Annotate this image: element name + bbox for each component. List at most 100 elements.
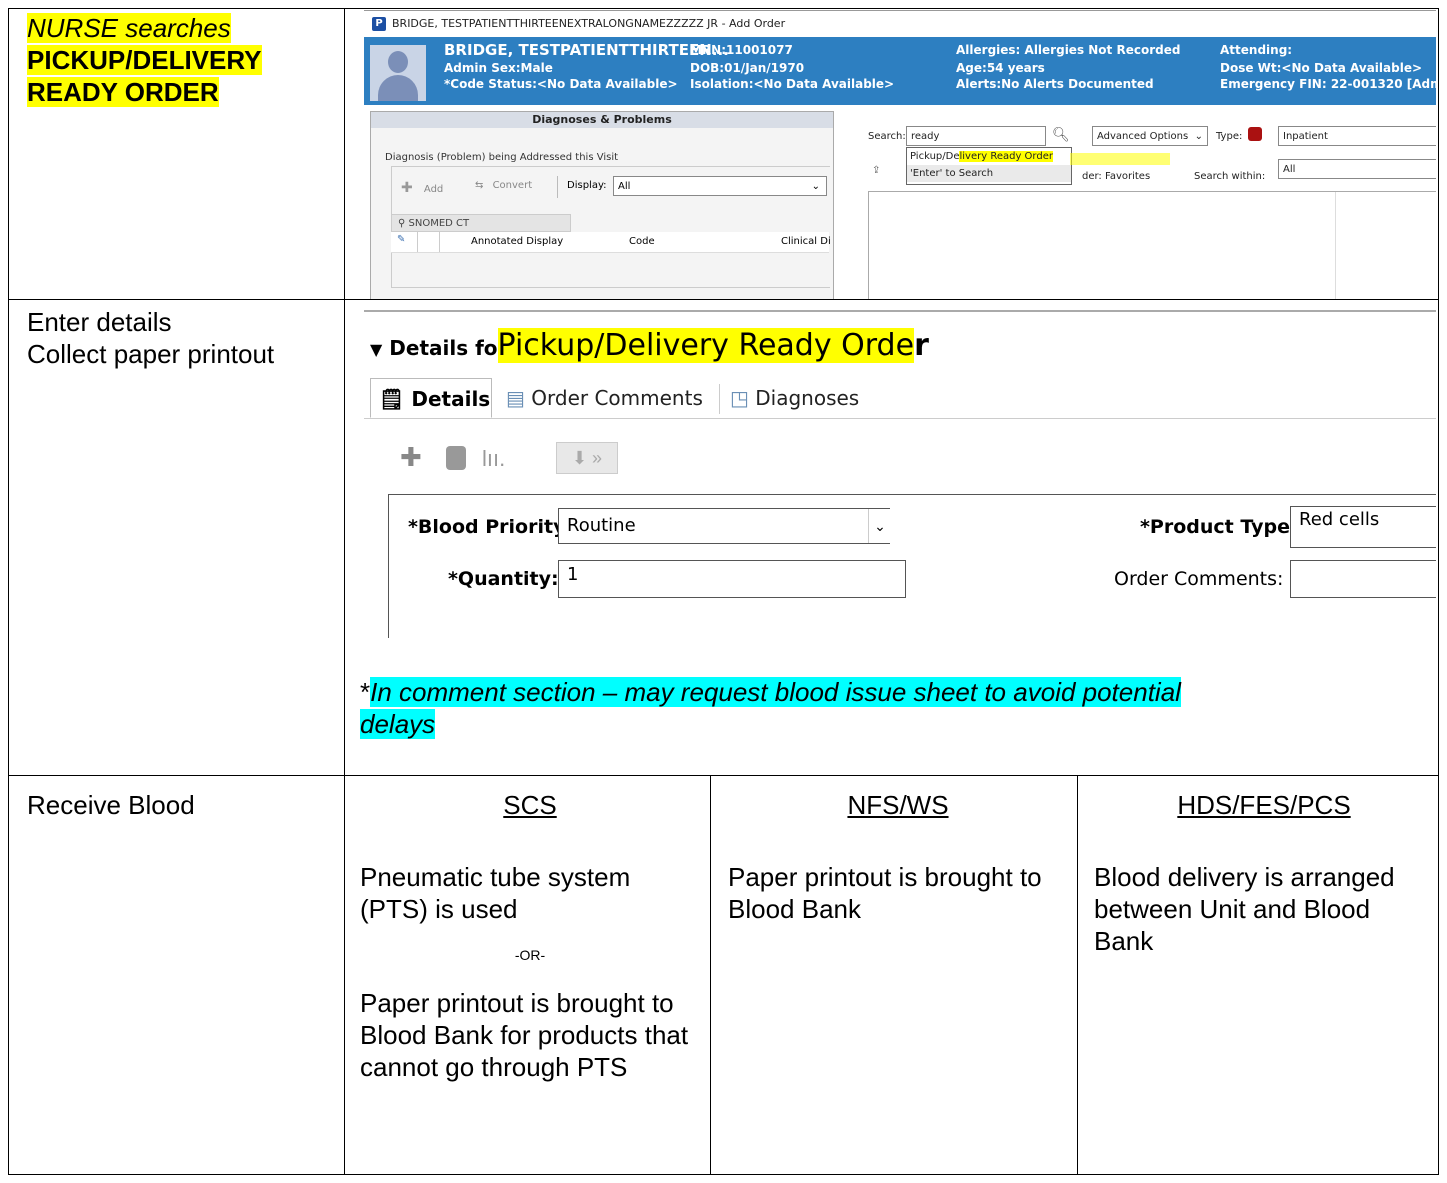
row2-line2: Collect paper printout bbox=[27, 339, 275, 369]
order-sentence-icon[interactable] bbox=[446, 446, 466, 470]
col-code: Code bbox=[629, 236, 655, 247]
edit-note-icon: ✎ bbox=[397, 234, 406, 245]
tab-details[interactable]: 🗒︎ Details bbox=[370, 378, 492, 418]
table-border-bottom bbox=[8, 1174, 1439, 1175]
toolbar-separator bbox=[557, 176, 558, 198]
tab-order-comments[interactable]: ▤ Order Comments bbox=[506, 378, 703, 418]
comment-note-line1: In comment section – may request blood i… bbox=[370, 677, 1181, 707]
diagnosis-group-label: Diagnosis (Problem) being Addressed this… bbox=[385, 152, 619, 163]
admin-sex: Admin Sex:Male bbox=[444, 61, 553, 75]
col-clinical: Clinical Di bbox=[781, 236, 831, 247]
convert-button[interactable]: ⇆ Convert bbox=[475, 180, 532, 191]
table-border-right bbox=[1438, 8, 1439, 1175]
chevron-down-icon[interactable]: ⌄ bbox=[868, 509, 891, 543]
suggestion-enter-to-search[interactable]: 'Enter' to Search bbox=[907, 165, 1071, 182]
snomed-tab[interactable]: ⚲ SNOMED CT bbox=[391, 214, 571, 232]
search-icon: ⚲ bbox=[398, 218, 406, 229]
age: Age:54 years bbox=[956, 61, 1045, 75]
alerts: Alerts:No Alerts Documented bbox=[956, 77, 1154, 91]
collapse-triangle-icon[interactable]: ▼ bbox=[370, 340, 382, 359]
plus-icon: ✚ bbox=[401, 180, 413, 196]
navigate-down-buttons[interactable]: ⬇ » bbox=[556, 442, 618, 474]
code-status: *Code Status:<No Data Available> bbox=[444, 77, 678, 91]
col-annotated-display: Annotated Display bbox=[471, 236, 564, 247]
chevron-down-icon: ⌄ bbox=[1194, 131, 1203, 142]
details-for-heading: ▼ Details foPickup/Delivery Ready Order bbox=[370, 328, 929, 363]
row-divider-1 bbox=[8, 299, 1439, 300]
row1-order-line1: PICKUP/DELIVERY bbox=[27, 45, 262, 75]
display-select[interactable]: All ⌄ bbox=[613, 176, 827, 196]
details-form-icon: 🗒︎ bbox=[379, 387, 405, 411]
type-select[interactable]: Inpatient bbox=[1278, 126, 1436, 146]
row1-actor: NURSE searches bbox=[27, 13, 231, 43]
isolation: Isolation:<No Data Available> bbox=[690, 77, 895, 91]
quantity-label: *Quantity: bbox=[448, 568, 559, 590]
diagnoses-problems-header: Diagnoses & Problems bbox=[371, 112, 833, 128]
row1-label: NURSE searches PICKUP/DELIVERY READY ORD… bbox=[27, 12, 327, 108]
dose-weight: Dose Wt:<No Data Available> bbox=[1220, 61, 1423, 75]
scs-or: -OR- bbox=[514, 947, 546, 963]
blood-priority-label: *Blood Priority: bbox=[408, 516, 574, 538]
diagnoses-problems-panel: Diagnoses & Problems Diagnosis (Problem)… bbox=[370, 111, 834, 299]
comment-note-line2: delays bbox=[360, 709, 436, 739]
column-divider bbox=[344, 8, 345, 1175]
nfs-column: NFS/WS Paper printout is brought to Bloo… bbox=[728, 789, 1068, 925]
details-tabs: 🗒︎ Details ▤ Order Comments ◳ Diagnoses bbox=[364, 378, 1436, 419]
add-order-screenshot: P BRIDGE, TESTPATIENTTHIRTEENEXTRALONGNAM… bbox=[364, 10, 1436, 299]
dob: DOB:01/Jan/1970 bbox=[690, 61, 805, 75]
scs-text2: Paper printout is brought to Blood Bank … bbox=[360, 988, 689, 1082]
row-divider-2 bbox=[8, 775, 1439, 776]
quantity-input[interactable]: 1 bbox=[558, 560, 906, 598]
window-title: BRIDGE, TESTPATIENTTHIRTEENEXTRALONGNAME… bbox=[392, 17, 786, 30]
reference-chart-icon[interactable]: lıı. bbox=[482, 446, 505, 472]
powerchart-icon: P bbox=[372, 17, 386, 31]
hds-heading: HDS/FES/PCS bbox=[1177, 790, 1351, 820]
search-suggestions: Pickup/Delivery Ready Order 'Enter' to S… bbox=[906, 147, 1072, 185]
suggestion-pickup-delivery[interactable]: Pickup/Delivery Ready Order bbox=[907, 148, 1071, 165]
order-comments-input[interactable] bbox=[1290, 560, 1436, 598]
subcolumn-divider-1 bbox=[710, 775, 711, 1175]
folder-up-icon[interactable]: ⇪ bbox=[872, 165, 880, 176]
row2-line1: Enter details bbox=[27, 307, 172, 337]
subcolumn-divider-2 bbox=[1077, 775, 1078, 1175]
encounter-type-icon bbox=[1248, 127, 1262, 141]
order-details-screenshot: ▼ Details foPickup/Delivery Ready Order … bbox=[364, 310, 1436, 638]
patient-banner: BRIDGE, TESTPATIENTTHIRTEEN... Admin Sex… bbox=[364, 37, 1436, 105]
comments-icon: ▤ bbox=[506, 386, 525, 410]
add-icon[interactable]: ✚ bbox=[400, 442, 422, 473]
attending: Attending: bbox=[1220, 43, 1293, 57]
arrow-down-icon: ⬇ bbox=[571, 448, 588, 468]
product-type-label: *Product Type: bbox=[1140, 516, 1298, 538]
display-label: Display: bbox=[567, 180, 607, 191]
table-border-left bbox=[8, 8, 9, 1175]
hds-text: Blood delivery is arranged between Unit … bbox=[1094, 862, 1395, 956]
scs-text1: Pneumatic tube system (PTS) is used bbox=[360, 862, 631, 924]
add-diagnosis-button[interactable]: ✚ Add bbox=[401, 180, 443, 196]
product-type-input[interactable]: Red cells bbox=[1290, 506, 1436, 548]
window-title-bar: P BRIDGE, TESTPATIENTTHIRTEENEXTRALONGNAM… bbox=[364, 11, 1436, 37]
row2-label: Enter details Collect paper printout bbox=[27, 306, 337, 370]
order-search-input[interactable]: ready bbox=[906, 126, 1046, 146]
row1-order-line2: READY ORDER bbox=[27, 77, 219, 107]
scs-heading: SCS bbox=[503, 790, 557, 820]
patient-avatar-icon bbox=[370, 45, 426, 101]
scs-column: SCS Pneumatic tube system (PTS) is used … bbox=[360, 789, 700, 1083]
double-chevron-down-icon: » bbox=[592, 448, 603, 468]
allergies: Allergies: Allergies Not Recorded bbox=[956, 43, 1181, 57]
search-within-select[interactable]: All bbox=[1278, 159, 1436, 179]
mrn: MRN:11001077 bbox=[690, 43, 793, 57]
yellow-highlight-mark bbox=[1070, 153, 1170, 165]
emergency-fin: Emergency FIN: 22-001320 [Adm bbox=[1220, 77, 1436, 91]
tab-diagnoses[interactable]: ◳ Diagnoses bbox=[730, 378, 859, 418]
blood-priority-select[interactable]: Routine bbox=[558, 508, 890, 544]
hds-column: HDS/FES/PCS Blood delivery is arranged b… bbox=[1094, 789, 1434, 957]
order-results-list[interactable] bbox=[868, 191, 1436, 299]
comment-note: *In comment section – may request blood … bbox=[360, 677, 1181, 739]
table-border-top bbox=[8, 8, 1439, 9]
diagnosis-table-header: ✎ Annotated Display Code Clinical Di bbox=[391, 232, 831, 253]
magnifier-icon[interactable]: 🔍︎ bbox=[1052, 127, 1070, 143]
nfs-heading: NFS/WS bbox=[847, 790, 949, 820]
diagnoses-icon: ◳ bbox=[730, 386, 749, 410]
advanced-options-select[interactable]: Advanced Options ⌄ bbox=[1092, 126, 1208, 146]
patient-name: BRIDGE, TESTPATIENTTHIRTEEN... bbox=[444, 41, 729, 59]
